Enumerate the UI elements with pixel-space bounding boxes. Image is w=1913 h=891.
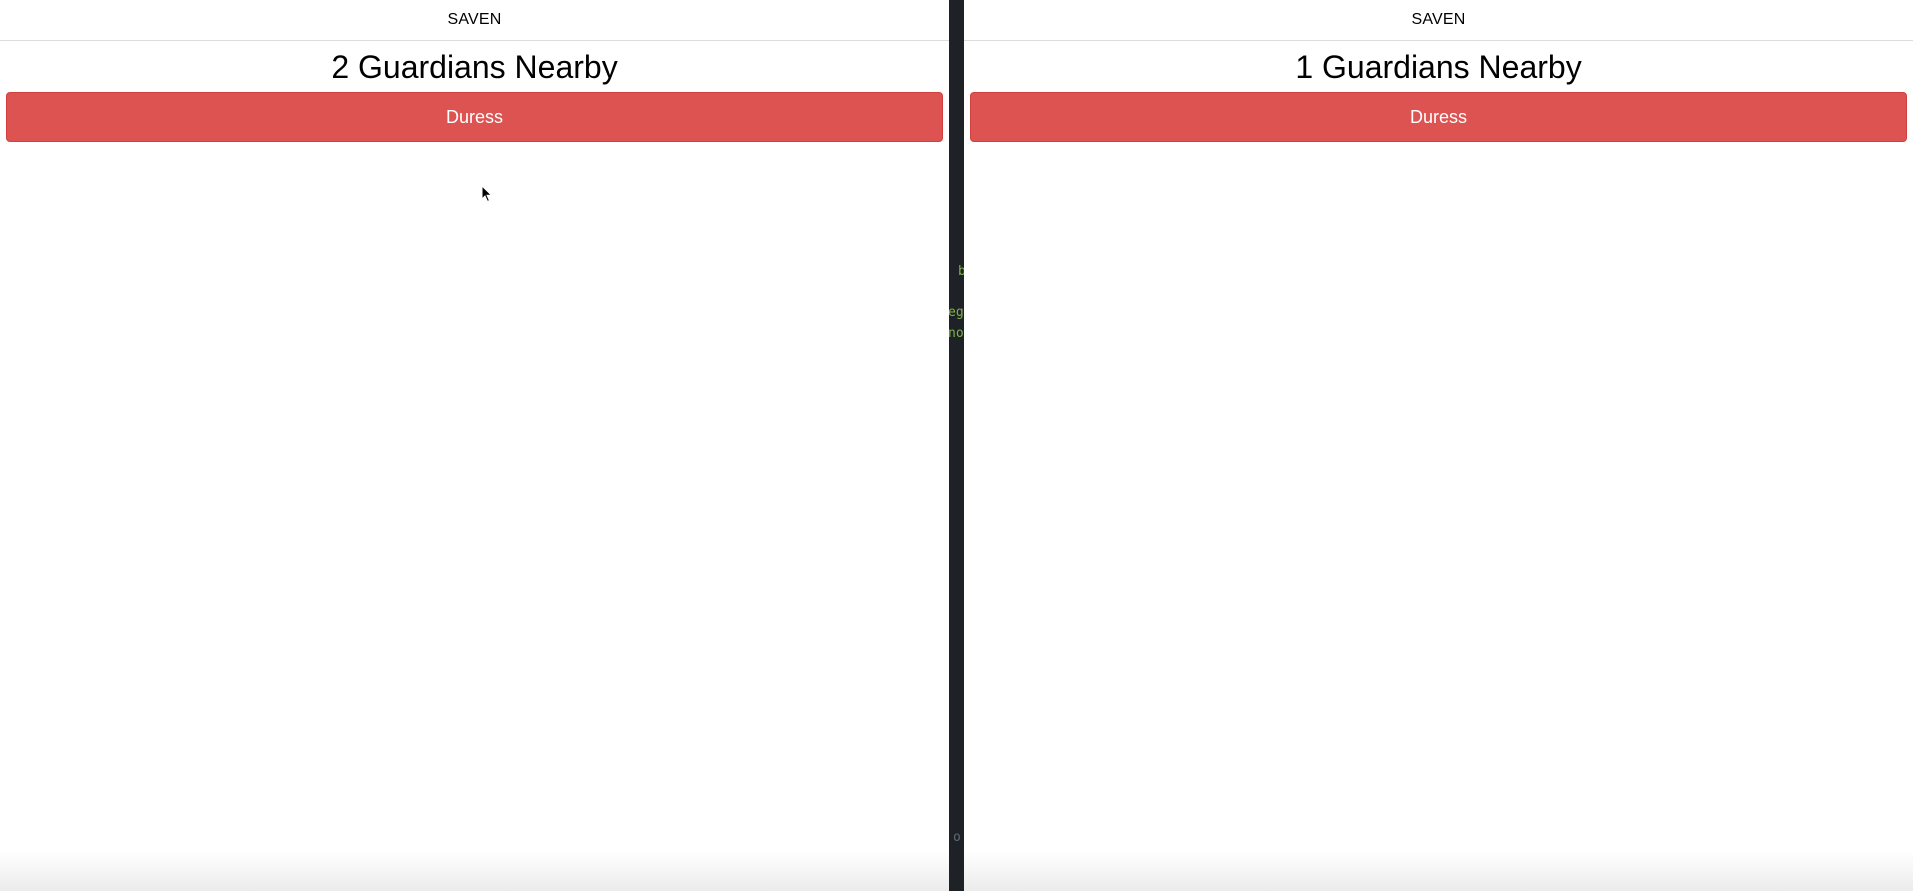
guardians-count-heading: 1 Guardians Nearby: [1295, 49, 1582, 85]
screen: SAVEN 2 Guardians Nearby Duress b eg no …: [0, 0, 1913, 891]
bottom-shadow: [0, 851, 949, 891]
duress-button[interactable]: Duress: [6, 92, 943, 142]
terminal-text: no: [949, 326, 964, 341]
navbar: SAVEN: [0, 0, 949, 41]
navbar: SAVEN: [964, 0, 1913, 41]
bottom-shadow: [964, 851, 1913, 891]
app-title: SAVEN: [1411, 11, 1466, 28]
guardians-count-heading: 2 Guardians Nearby: [331, 49, 618, 85]
terminal-text: eg: [949, 305, 964, 320]
terminal-strip: b eg no o: [949, 0, 964, 891]
terminal-text: o: [953, 830, 961, 845]
mouse-pointer-icon: [481, 185, 493, 203]
duress-button[interactable]: Duress: [970, 92, 1907, 142]
app-title: SAVEN: [447, 11, 502, 28]
left-app-window: SAVEN 2 Guardians Nearby Duress: [0, 0, 949, 891]
right-app-window: SAVEN 1 Guardians Nearby Duress: [964, 0, 1913, 891]
